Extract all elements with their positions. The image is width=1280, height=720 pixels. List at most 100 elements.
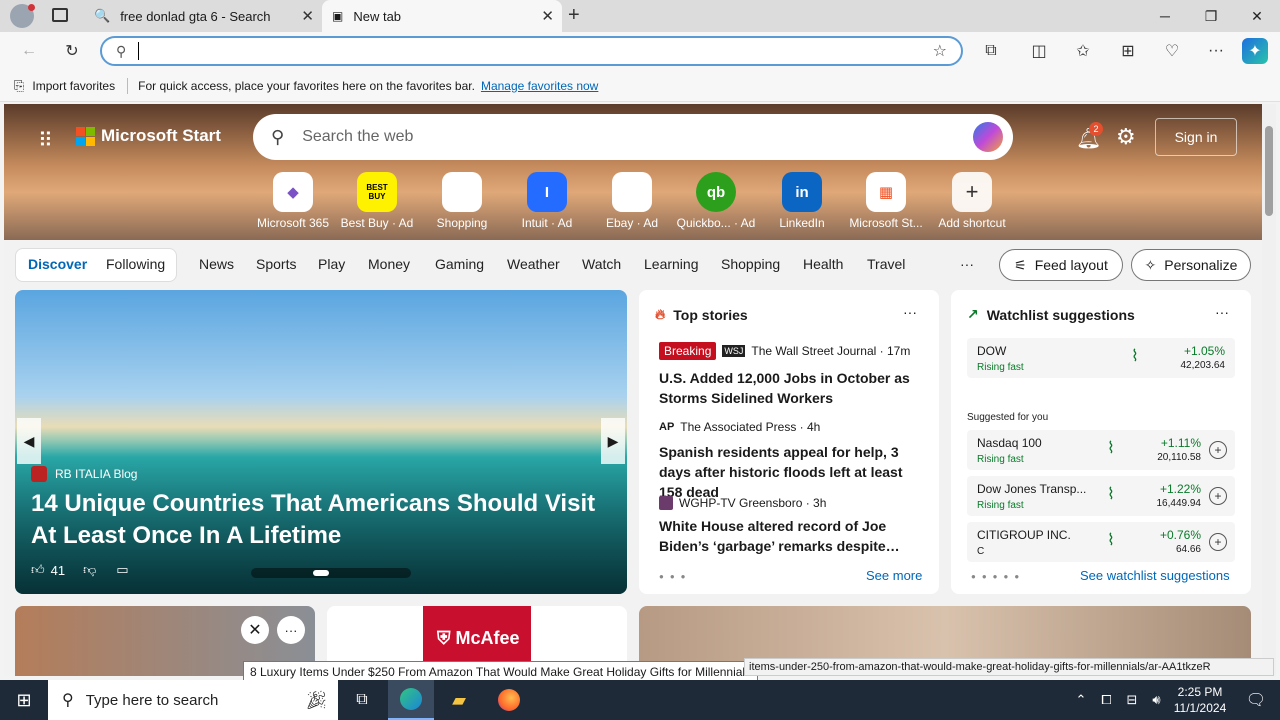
nav-play[interactable]: Play [318, 256, 345, 272]
personalize-button[interactable]: ✧ Personalize [1131, 249, 1251, 281]
restore-button[interactable]: ❐ [1188, 0, 1234, 32]
file-explorer-icon[interactable]: ▰ [436, 680, 482, 720]
favorites-icon[interactable]: ✩ [1068, 38, 1098, 64]
shortcut-microsoft-store[interactable]: ▦ Microsoft St... [844, 172, 928, 230]
shortcut-microsoft-365[interactable]: ◆ Microsoft 365 [251, 172, 335, 230]
stock-row[interactable]: CITIGROUP INC. C ⌇ +0.76% 64.66 + [967, 522, 1235, 562]
page-scrollbar[interactable] [1262, 104, 1276, 676]
hero-story-title[interactable]: 14 Unique Countries That Americans Shoul… [31, 488, 611, 552]
thumbs-down-icon[interactable]: 👎︎ [83, 562, 96, 578]
nav-more-button[interactable]: ··· [960, 256, 974, 272]
sign-in-button[interactable]: Sign in [1155, 118, 1237, 156]
feed-layout-button[interactable]: ⚟ Feed layout [999, 249, 1123, 281]
wghp-logo-icon [659, 496, 673, 510]
nav-watch[interactable]: Watch [582, 256, 621, 272]
new-tab-button[interactable]: + [568, 4, 580, 27]
story-headline[interactable]: White House altered record of Joe Biden’… [659, 516, 925, 556]
nav-sports[interactable]: Sports [256, 256, 296, 272]
chevron-up-icon[interactable]: ⌃ [1075, 692, 1086, 708]
device-icon[interactable]: ⧠ [1101, 692, 1111, 708]
stock-ticker: C [977, 546, 985, 557]
story-headline[interactable]: Spanish residents appeal for help, 3 day… [659, 442, 925, 502]
shortcut-intuit[interactable]: I Intuit · Ad [505, 172, 589, 230]
back-button[interactable]: ← [14, 38, 44, 64]
more-menu-icon[interactable]: ··· [1201, 38, 1231, 64]
nav-money[interactable]: Money [368, 256, 410, 272]
system-tray[interactable]: ⌃ ⧠ ⊟ 🔊︎ [1068, 680, 1168, 720]
more-options-button[interactable]: ··· [903, 304, 917, 320]
add-to-watchlist-button[interactable]: + [1209, 441, 1227, 459]
browser-essentials-icon[interactable]: ♡ [1157, 38, 1187, 64]
card-pager-dots[interactable]: ●●● [659, 572, 692, 581]
nav-health[interactable]: Health [803, 256, 843, 272]
clock[interactable]: 2:25 PM 11/1/2024 [1172, 684, 1228, 716]
shortcut-quickbooks[interactable]: qb Quickbo... · Ad [674, 172, 758, 230]
tab-search[interactable]: 🔍 free donlad gta 6 - Search ✕ [84, 0, 322, 32]
stock-row-dow[interactable]: DOW Rising fast ⌇ +1.05% 42,203.64 [967, 338, 1235, 378]
start-button[interactable]: ⊞ [0, 680, 48, 720]
copilot-search-icon[interactable] [973, 122, 1003, 152]
shortcut-add[interactable]: + Add shortcut [930, 172, 1014, 230]
collections-icon[interactable]: ⊞ [1113, 38, 1143, 64]
hero-story-card[interactable]: ◀ ▶ RB ITALIA Blog 14 Unique Countries T… [15, 290, 627, 594]
taskbar-edge[interactable] [388, 680, 434, 720]
extensions-icon[interactable]: ⧉ [976, 38, 1006, 64]
taskbar-search-input[interactable]: Type here to search [86, 692, 219, 709]
shopping-tag-icon: 🏷 [442, 172, 482, 212]
refresh-button[interactable]: ↻ [57, 38, 87, 64]
edge-icon [400, 688, 422, 710]
story-headline[interactable]: U.S. Added 12,000 Jobs in October as Sto… [659, 368, 925, 408]
tab-new-tab[interactable]: ▣ New tab ✕ [322, 0, 562, 32]
task-view-icon[interactable]: ⧉ [342, 680, 382, 720]
shortcut-linkedin[interactable]: in LinkedIn [760, 172, 844, 230]
shortcut-shopping[interactable]: 🏷 Shopping [420, 172, 504, 230]
apps-launcher-icon[interactable]: ⠿ [38, 128, 53, 153]
add-to-watchlist-button[interactable]: + [1209, 533, 1227, 551]
carousel-next-button[interactable]: ▶ [601, 418, 625, 464]
notification-center-icon[interactable]: 🗨︎ [1236, 680, 1276, 720]
close-window-button[interactable]: ✕ [1234, 0, 1280, 32]
split-screen-icon[interactable]: ◫ [1024, 38, 1054, 64]
card-pager-dots[interactable]: ●●●●● [971, 572, 1025, 581]
carousel-prev-button[interactable]: ◀ [17, 418, 41, 464]
dismiss-card-button[interactable]: ✕ [241, 616, 269, 644]
address-bar[interactable]: ⚲ ☆ [100, 36, 963, 66]
microsoft-start-logo[interactable]: Microsoft Start [76, 126, 221, 146]
stock-row[interactable]: Dow Jones Transp... Rising fast ⌇ +1.22%… [967, 476, 1235, 516]
add-to-watchlist-button[interactable]: + [1209, 487, 1227, 505]
shortcut-ebay[interactable]: 🛍 Ebay · Ad [590, 172, 674, 230]
settings-gear-icon[interactable]: ⚙ [1116, 124, 1136, 150]
more-options-button[interactable]: ··· [1215, 304, 1229, 320]
thumbs-up-icon[interactable]: 👍︎ [31, 562, 45, 578]
stock-row[interactable]: Nasdaq 100 Rising fast ⌇ +1.11% 20,110.5… [967, 430, 1235, 470]
taskbar-firefox[interactable] [486, 680, 532, 720]
network-icon[interactable]: ⊟ [1127, 692, 1138, 708]
shortcut-best-buy[interactable]: BEST BUY Best Buy · Ad [335, 172, 419, 230]
comment-icon[interactable]: ▭ [116, 562, 128, 578]
copilot-icon[interactable]: ✦ [1242, 38, 1268, 64]
favorite-star-icon[interactable]: ☆ [933, 41, 947, 61]
see-more-link[interactable]: See more [866, 568, 922, 583]
import-favorites-button[interactable]: Import favorites [32, 79, 115, 93]
close-tab-icon[interactable]: ✕ [301, 7, 314, 25]
nav-travel[interactable]: Travel [867, 256, 905, 272]
taskbar-search[interactable]: ⚲ Type here to search 🎉︎ [48, 680, 338, 720]
scrollbar-thumb[interactable] [1265, 126, 1273, 216]
nav-weather[interactable]: Weather [507, 256, 560, 272]
nav-news[interactable]: News [199, 256, 234, 272]
see-watchlist-link[interactable]: See watchlist suggestions [1080, 568, 1230, 583]
manage-favorites-link[interactable]: Manage favorites now [481, 79, 598, 93]
carousel-pager[interactable] [251, 568, 411, 578]
minimize-button[interactable]: ─ [1142, 0, 1188, 32]
web-search-box[interactable]: ⚲ Search the web [253, 114, 1013, 160]
nav-gaming[interactable]: Gaming [435, 256, 484, 272]
tab-discover[interactable]: Discover [28, 256, 87, 272]
tab-actions-icon[interactable] [52, 8, 68, 22]
volume-icon[interactable]: 🔊︎ [1152, 692, 1160, 708]
card-more-button[interactable]: ··· [277, 616, 305, 644]
nav-learning[interactable]: Learning [644, 256, 699, 272]
nav-shopping[interactable]: Shopping [721, 256, 780, 272]
web-search-input[interactable]: Search the web [302, 128, 413, 146]
close-tab-icon[interactable]: ✕ [541, 7, 554, 25]
tab-following[interactable]: Following [106, 256, 165, 272]
